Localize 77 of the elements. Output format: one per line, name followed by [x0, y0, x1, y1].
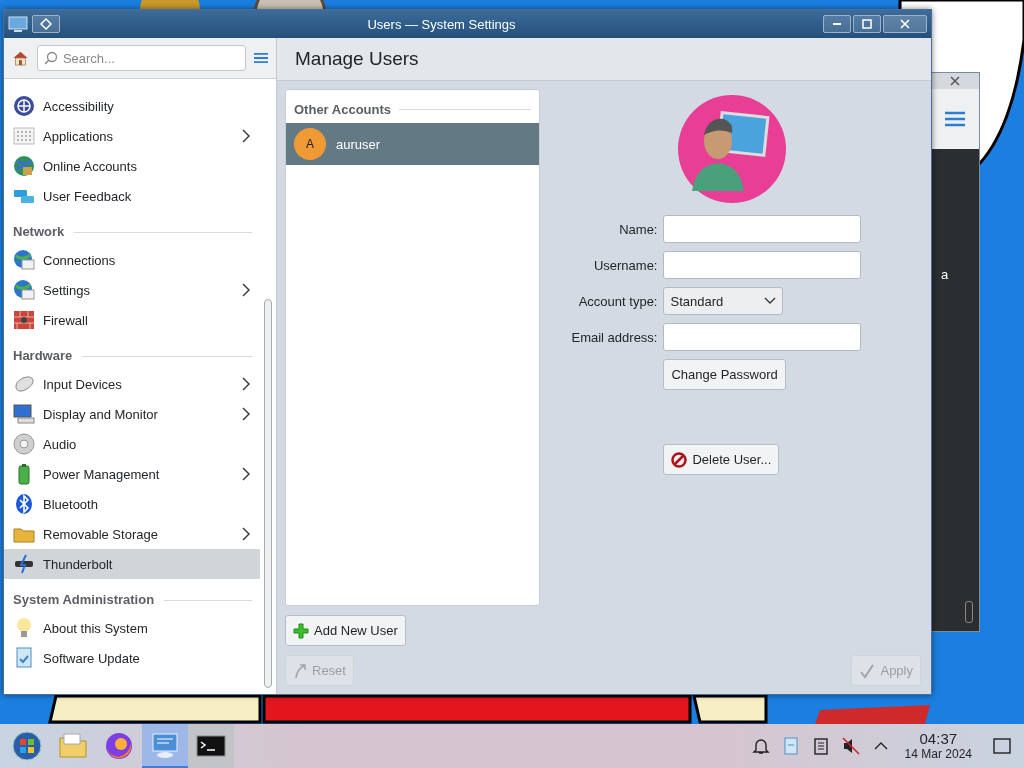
close-button[interactable] — [883, 15, 927, 33]
menu-icon[interactable] — [945, 111, 965, 127]
sidebar-item[interactable]: Power Management — [4, 459, 260, 489]
brick-wall-icon — [13, 309, 35, 331]
sidebar-item[interactable]: Removable Storage — [4, 519, 260, 549]
muted-speaker-icon[interactable] — [840, 736, 861, 756]
text-field[interactable] — [663, 251, 862, 279]
sidebar-item[interactable]: Settings — [4, 275, 260, 305]
minimize-icon — [832, 23, 842, 25]
field-label: Email address: — [571, 329, 658, 345]
globe-icon — [13, 249, 35, 271]
maximize-icon — [862, 19, 872, 29]
sidebar-item[interactable]: Firewall — [4, 305, 260, 335]
start-orb-icon — [11, 730, 43, 762]
text-field[interactable] — [663, 215, 862, 243]
sidebar-item[interactable]: Software Update — [4, 643, 260, 673]
plug-icon — [13, 553, 35, 575]
sidebar-item[interactable]: Bluetooth — [4, 489, 260, 519]
scrollbar-thumb[interactable] — [264, 299, 272, 688]
sidebar-item[interactable]: Input Devices — [4, 369, 260, 399]
mouse-icon — [13, 373, 35, 395]
keep-above-button[interactable] — [32, 15, 60, 33]
field-label: Account type: — [577, 293, 658, 309]
sidebar-item[interactable]: User Feedback — [4, 181, 260, 211]
section-title: Hardware — [13, 348, 73, 363]
section-title: System Administration — [13, 592, 155, 607]
page-title: Manage Users — [295, 48, 419, 70]
bluetooth-icon — [13, 493, 35, 515]
sidebar-item[interactable]: Online Accounts — [4, 151, 260, 181]
delete-user-button[interactable]: Delete User... — [663, 444, 780, 475]
clock-date[interactable]: 14 Mar 2024 — [904, 747, 972, 761]
maximize-button[interactable] — [853, 15, 881, 33]
search-icon — [43, 51, 58, 65]
sidebar-item[interactable]: Accessibility — [4, 91, 260, 121]
grid-icon — [13, 125, 35, 147]
close-icon[interactable] — [950, 76, 960, 86]
monitor-icon — [13, 403, 35, 425]
globe-icon — [13, 279, 35, 301]
sidebar-item[interactable]: Connections — [4, 245, 260, 275]
document-icon — [13, 647, 35, 669]
account-type-dropdown[interactable]: Standard — [663, 287, 784, 315]
diamond-icon — [40, 18, 52, 30]
sidebar-item[interactable]: Display and Monitor — [4, 399, 260, 429]
scrollbar-thumb[interactable] — [965, 601, 973, 623]
search-field[interactable]: Search... — [36, 45, 246, 71]
clock-time[interactable]: 04:37 — [919, 731, 958, 748]
add-user-button[interactable]: Add New User — [285, 615, 406, 646]
checkmark-icon — [859, 662, 876, 679]
menu-icon[interactable] — [253, 50, 268, 66]
show-desktop-icon[interactable] — [992, 736, 1012, 756]
section-title: Other Accounts — [294, 102, 392, 117]
terminal-text: a — [941, 267, 949, 282]
text-field[interactable] — [663, 323, 862, 351]
taskbar-button[interactable] — [188, 724, 234, 768]
user-item[interactable]: A auruser — [286, 123, 539, 165]
arrow-icon — [293, 662, 307, 679]
change-password-button[interactable]: Change Password — [663, 359, 786, 390]
section-title: Network — [13, 224, 65, 239]
sidebar-item[interactable]: Audio — [4, 429, 260, 459]
window-title: Users — System Settings — [366, 16, 517, 32]
prohibited-icon — [671, 451, 688, 468]
caret-down-icon — [764, 297, 777, 305]
plus-icon — [293, 622, 309, 639]
field-label: Username: — [592, 257, 658, 273]
minimize-button[interactable] — [823, 15, 851, 33]
globe-icon — [13, 155, 35, 177]
browser-icon — [103, 730, 135, 762]
accessibility-icon — [13, 95, 35, 117]
close-icon — [900, 19, 910, 29]
speaker-icon — [13, 433, 35, 455]
sidebar-item[interactable]: About this System — [4, 613, 260, 643]
field-label: Name: — [618, 221, 658, 237]
monitor-icon — [8, 15, 28, 33]
sidebar-item[interactable]: Applications — [4, 121, 260, 151]
sidebar-item[interactable]: Thunderbolt — [4, 549, 260, 579]
bell-icon[interactable] — [750, 736, 771, 756]
user-initial-avatar: A — [294, 128, 326, 160]
